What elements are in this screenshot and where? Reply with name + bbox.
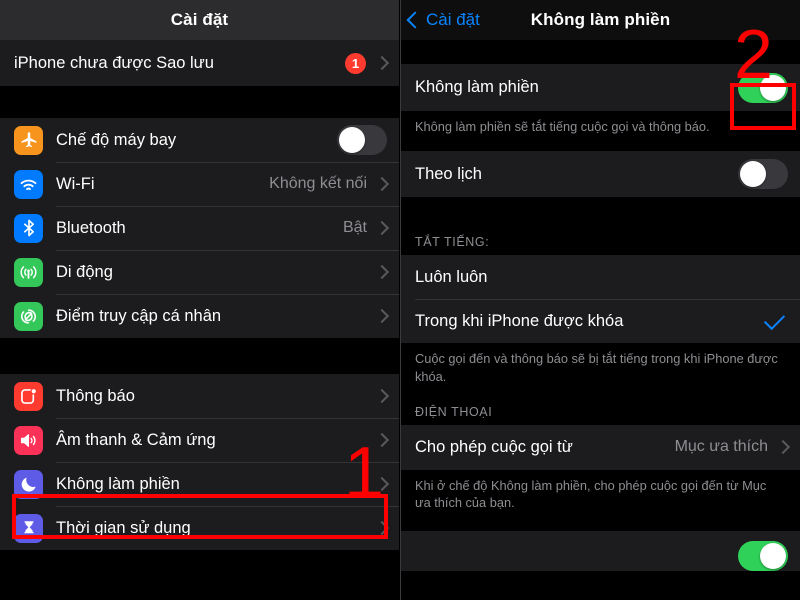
row-label: Thông báo: [56, 386, 135, 405]
chevron-right-icon: [374, 476, 390, 492]
section-gap: [401, 40, 800, 64]
settings-nav-header: Cài đặt: [0, 0, 399, 40]
row-bluetooth[interactable]: Bluetooth Bật: [0, 206, 399, 250]
dnd-footer-text: Không làm phiền sẽ tắt tiếng cuộc gọi và…: [401, 111, 800, 146]
hotspot-icon: [14, 301, 43, 331]
row-personal-hotspot[interactable]: Điểm truy cập cá nhân: [0, 294, 399, 338]
preferences-group: Thông báo Âm thanh & Cảm ứng Không làm p…: [0, 374, 399, 550]
row-allow-calls-from[interactable]: Cho phép cuộc gọi từ Mục ưa thích: [401, 424, 800, 470]
moon-icon: [14, 469, 43, 499]
chevron-left-icon: [406, 11, 424, 29]
silence-footer-text: Cuộc gọi đến và thông báo sẽ bị tắt tiến…: [401, 343, 800, 395]
partial-bottom-toggle[interactable]: [738, 541, 788, 572]
row-iphone-backup[interactable]: iPhone chưa được Sao lưu 1: [0, 40, 399, 86]
silence-section-header: TẮT TIẾNG:: [401, 219, 800, 256]
chevron-right-icon: [374, 432, 390, 448]
schedule-group: Theo lịch: [401, 151, 800, 198]
section-gap: [401, 197, 800, 220]
row-cellular[interactable]: Di động: [0, 250, 399, 294]
row-wifi[interactable]: Wi-Fi Không kết nối: [0, 162, 399, 206]
dnd-nav-header: Cài đặt Không làm phiền: [401, 0, 800, 40]
row-value: Bật: [342, 219, 367, 236]
settings-panel: Cài đặt iPhone chưa được Sao lưu 1 Chế đ…: [0, 0, 400, 600]
row-label: iPhone chưa được Sao lưu: [14, 53, 214, 72]
row-label: Di động: [56, 262, 113, 281]
phone-section-header: ĐIỆN THOẠI: [401, 394, 800, 425]
chevron-right-icon: [374, 220, 390, 236]
phone-footer-text: Khi ở chế độ Không làm phiền, cho phép c…: [401, 469, 800, 522]
row-silence-while-locked[interactable]: Trong khi iPhone được khóa: [401, 299, 800, 344]
chevron-right-icon: [374, 388, 390, 404]
row-label: Không làm phiền: [415, 78, 539, 96]
row-label: Điểm truy cập cá nhân: [56, 306, 222, 325]
back-button[interactable]: Cài đặt: [406, 0, 480, 40]
cellular-icon: [14, 257, 43, 287]
row-notifications[interactable]: Thông báo: [0, 374, 399, 418]
chevron-right-icon: [374, 264, 390, 280]
chevron-right-icon: [374, 520, 390, 536]
bluetooth-icon: [14, 213, 43, 243]
row-label: Bluetooth: [56, 218, 126, 237]
do-not-disturb-toggle[interactable]: [738, 72, 788, 103]
status-badge: 1: [345, 52, 366, 74]
chevron-right-icon: [374, 308, 390, 324]
airplane-mode-toggle[interactable]: [337, 125, 387, 155]
chevron-right-icon: [374, 176, 390, 192]
silence-options-group: Luôn luôn Trong khi iPhone được khóa: [401, 255, 800, 344]
back-button-label: Cài đặt: [426, 10, 480, 29]
row-label: Trong khi iPhone được khóa: [415, 311, 624, 330]
row-silence-always[interactable]: Luôn luôn: [401, 255, 800, 300]
chevron-right-icon: [374, 55, 390, 71]
sounds-icon: [14, 425, 43, 455]
section-gap: [0, 86, 399, 118]
row-label: Chế độ máy bay: [56, 130, 177, 149]
page-title: Cài đặt: [170, 10, 229, 29]
backup-group: iPhone chưa được Sao lưu 1: [0, 40, 399, 86]
row-partial-cutoff[interactable]: [401, 531, 800, 572]
row-airplane-mode[interactable]: Chế độ máy bay: [0, 118, 399, 162]
row-sounds-haptics[interactable]: Âm thanh & Cảm ứng: [0, 418, 399, 462]
row-label: Thời gian sử dụng: [56, 518, 191, 537]
screenshot-root: Cài đặt iPhone chưa được Sao lưu 1 Chế đ…: [0, 0, 800, 600]
wifi-icon: [14, 169, 43, 199]
row-label: Theo lịch: [415, 164, 482, 183]
dnd-panel: Cài đặt Không làm phiền Không làm phiền …: [400, 0, 800, 600]
row-do-not-disturb-toggle[interactable]: Không làm phiền: [401, 64, 800, 111]
row-scheduled[interactable]: Theo lịch: [401, 151, 800, 198]
row-label: Luôn luôn: [415, 267, 488, 286]
page-title: Không làm phiền: [530, 10, 671, 29]
row-screen-time[interactable]: Thời gian sử dụng: [0, 506, 399, 550]
section-gap: [0, 338, 399, 374]
section-gap: [401, 521, 800, 532]
scheduled-toggle[interactable]: [738, 159, 788, 190]
phone-group: Cho phép cuộc gọi từ Mục ưa thích: [401, 424, 800, 470]
row-label: Âm thanh & Cảm ứng: [56, 430, 216, 449]
toggle-knob: [760, 74, 786, 101]
row-label: Wi-Fi: [56, 174, 95, 193]
row-do-not-disturb[interactable]: Không làm phiền: [0, 462, 399, 506]
hourglass-icon: [14, 513, 43, 543]
toggle-knob: [760, 543, 786, 570]
connectivity-group: Chế độ máy bay Wi-Fi Không kết nối Bluet…: [0, 118, 399, 338]
toggle-knob: [339, 127, 365, 153]
chevron-right-icon: [775, 440, 791, 455]
toggle-knob: [740, 161, 766, 188]
dnd-toggle-group: Không làm phiền: [401, 64, 800, 111]
notifications-icon: [14, 381, 43, 411]
airplane-icon: [14, 125, 43, 155]
row-label: Cho phép cuộc gọi từ: [415, 437, 573, 456]
row-label: Không làm phiền: [56, 474, 180, 493]
row-value: Mục ưa thích: [674, 438, 768, 456]
partial-bottom-group: [401, 531, 800, 572]
row-value: Không kết nối: [269, 175, 367, 192]
